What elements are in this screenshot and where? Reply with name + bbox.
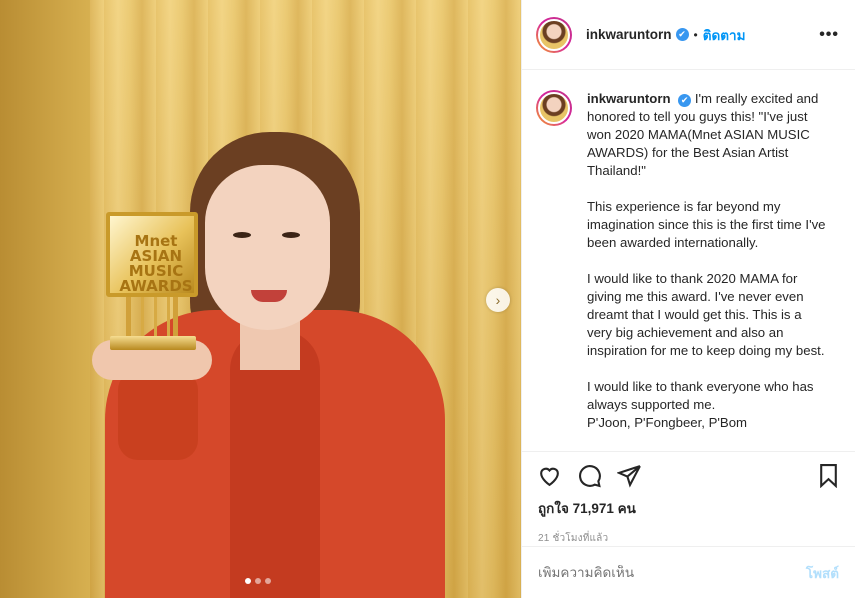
- like-button[interactable]: [536, 463, 562, 489]
- post-header: inkwaruntorn ✔ • ติดตาม •••: [522, 0, 855, 70]
- person-face: [205, 165, 330, 330]
- avatar-image: [538, 92, 570, 124]
- avatar-image: [538, 18, 570, 51]
- share-button[interactable]: [616, 463, 642, 489]
- post-timestamp[interactable]: 21 ชั่วโมงที่แล้ว: [522, 531, 855, 546]
- instagram-post: Mnet ASIAN MUSIC AWARDS › inkwaruntorn ✔…: [0, 0, 855, 598]
- post-comment-button[interactable]: โพสต์: [806, 562, 839, 584]
- verified-icon: ✔: [678, 93, 692, 107]
- more-icon[interactable]: •••: [819, 26, 839, 44]
- caption-area: inkwaruntorn ✔ I'm really excited and ho…: [522, 70, 855, 451]
- verified-icon: ✔: [675, 28, 689, 41]
- comment-box: โพสต์: [522, 546, 855, 598]
- header-separator: •: [693, 27, 698, 42]
- comment-button[interactable]: [576, 463, 602, 489]
- trophy-stand: [126, 297, 178, 339]
- likes-count[interactable]: ถูกใจ 71,971 คน: [522, 497, 855, 519]
- post-side-panel: inkwaruntorn ✔ • ติดตาม ••• inkwaruntorn…: [521, 0, 855, 598]
- carousel-dot: [265, 578, 271, 584]
- carousel-dot: [255, 578, 261, 584]
- post-photo[interactable]: Mnet ASIAN MUSIC AWARDS ›: [0, 0, 521, 598]
- caption-username[interactable]: inkwaruntorn: [587, 91, 671, 106]
- carousel-next-button[interactable]: ›: [486, 288, 510, 312]
- chevron-right-icon: ›: [495, 292, 501, 308]
- comment-input[interactable]: [538, 565, 806, 580]
- avatar[interactable]: [536, 16, 572, 53]
- person-eye-right: [282, 232, 300, 238]
- person-eye-left: [233, 232, 251, 238]
- save-button[interactable]: [815, 463, 841, 489]
- caption-avatar[interactable]: [536, 90, 572, 126]
- carousel-dot-active: [245, 578, 251, 584]
- caption: inkwaruntorn ✔ I'm really excited and ho…: [587, 90, 827, 432]
- carousel-indicator: [245, 578, 271, 584]
- jacket-shade: [230, 330, 320, 598]
- comment-icon: [578, 465, 601, 488]
- bookmark-icon: [819, 464, 837, 488]
- caption-text: I'm really excited and honored to tell y…: [587, 91, 826, 430]
- trophy-plate: Mnet ASIAN MUSIC AWARDS: [106, 212, 198, 297]
- header-username[interactable]: inkwaruntorn: [586, 27, 672, 42]
- action-bar: [522, 451, 855, 499]
- photo-left-edge: [0, 0, 90, 598]
- follow-button[interactable]: ติดตาม: [703, 24, 746, 46]
- trophy: Mnet ASIAN MUSIC AWARDS: [106, 212, 198, 352]
- trophy-text: Mnet ASIAN MUSIC AWARDS: [119, 232, 193, 295]
- heart-icon: [539, 467, 559, 487]
- share-icon: [616, 465, 641, 488]
- person-sleeve: [118, 370, 198, 460]
- trophy-base: [110, 336, 196, 350]
